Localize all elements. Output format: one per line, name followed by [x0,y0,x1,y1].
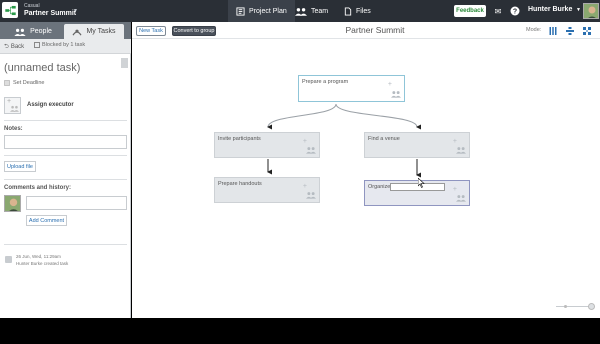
set-deadline-button[interactable]: Set Deadline [4,80,45,86]
mouse-cursor-icon [418,178,425,188]
tab-my-tasks-label: My Tasks [86,28,116,35]
app-logo[interactable] [2,2,18,18]
nav-team-label: Team [311,7,329,15]
project-plan-canvas[interactable]: New Task Convert to group Partner Summit… [132,22,600,318]
history-date: 26 Jun, Wed, 11:29am [16,254,61,259]
assign-executor-avatar[interactable]: + [4,97,21,114]
plus-icon[interactable]: + [453,186,457,193]
assign-executor-label[interactable]: Assign executor [27,102,74,108]
blocked-indicator[interactable]: Blocked by 1 task [34,42,85,48]
assignee-icon[interactable] [456,194,466,202]
connector-program-invite [267,103,337,130]
team-icon [295,7,307,16]
top-bar: Casual Partner Summit ▼ Project Plan Tea… [0,0,600,22]
project-category: Casual [24,3,40,9]
task-details-panel: People My Tasks ⮌ Back Blocked by 1 task… [0,22,131,318]
files-icon [344,6,352,16]
zoom-slider-handle[interactable] [588,303,595,310]
history-text: Hunter Burke created task [16,261,69,266]
lock-icon [34,42,40,48]
divider [4,155,127,156]
user-name[interactable]: Hunter Burke [528,6,572,13]
task-card-label: Find a venue [368,136,400,142]
connector-program-venue [335,103,422,130]
tasks-icon [72,29,82,36]
project-name[interactable]: Partner Summit [24,10,76,17]
task-card[interactable]: Prepare handouts + [214,177,320,203]
tab-people[interactable]: People [2,24,64,39]
mail-icon[interactable]: ✉ [492,5,504,17]
assignee-icon[interactable] [306,191,316,199]
plus-icon[interactable]: + [303,183,307,190]
nav-project-plan[interactable]: Project Plan [228,0,295,22]
person-icon [10,105,19,112]
user-dropdown-icon[interactable]: ▼ [576,7,581,13]
dependency-connectors [267,103,422,178]
nav-files-label: Files [356,7,371,15]
assignee-icon[interactable] [456,146,466,154]
task-card-label: Organize [368,184,391,190]
upload-file-button[interactable]: Upload file [4,161,36,172]
project-dropdown-icon[interactable]: ▼ [73,8,78,14]
project-plan-icon [236,6,245,16]
divider [4,120,127,121]
history-icon [5,256,12,263]
comments-label: Comments and history: [4,185,72,191]
panel-toolbar: ⮌ Back Blocked by 1 task [0,39,131,68]
nav-files[interactable]: Files [336,0,379,22]
task-title[interactable]: (unnamed task) [4,62,80,74]
task-card-label: Prepare a program [302,79,349,85]
divider [4,179,127,180]
plus-icon[interactable]: + [388,81,392,88]
tab-people-label: People [30,28,52,35]
task-card[interactable]: Find a venue + [364,132,470,158]
comment-input[interactable] [26,196,127,210]
back-arrow-icon: ⮌ [4,44,9,50]
task-card-label: Prepare handouts [218,181,262,187]
plus-icon[interactable]: + [453,138,457,145]
zoom-slider-mark [564,305,567,308]
tab-my-tasks[interactable]: My Tasks [64,24,124,39]
user-avatar[interactable] [583,3,599,19]
task-card-editing[interactable]: Organize + [364,180,470,206]
back-label: Back [10,44,25,50]
add-comment-button[interactable]: Add Comment [26,215,67,226]
svg-text:?: ? [513,9,517,16]
assignee-icon[interactable] [391,90,401,98]
blocked-label: Blocked by 1 task [42,42,86,48]
logo-icon [4,5,16,15]
task-card-label: Invite participants [218,136,261,142]
task-card[interactable]: Prepare a program + [298,75,405,102]
set-deadline-label: Set Deadline [13,80,45,86]
divider [4,244,127,245]
nav-team[interactable]: Team [287,0,336,22]
notes-input[interactable] [4,135,127,149]
help-icon[interactable]: ? [509,5,521,17]
assignee-icon[interactable] [306,146,316,154]
comment-author-avatar [4,195,21,212]
people-icon [14,28,26,36]
nav-project-plan-label: Project Plan [249,7,287,15]
feedback-button[interactable]: Feedback [454,5,486,17]
calendar-icon [4,80,10,86]
back-button[interactable]: ⮌ Back [4,42,24,52]
panel-tabs: People My Tasks [0,22,131,39]
task-card[interactable]: Invite participants + [214,132,320,158]
panel-scroll-handle[interactable] [121,58,128,68]
plus-icon[interactable]: + [303,138,307,145]
notes-label: Notes: [4,126,23,132]
plus-icon: + [7,98,12,105]
